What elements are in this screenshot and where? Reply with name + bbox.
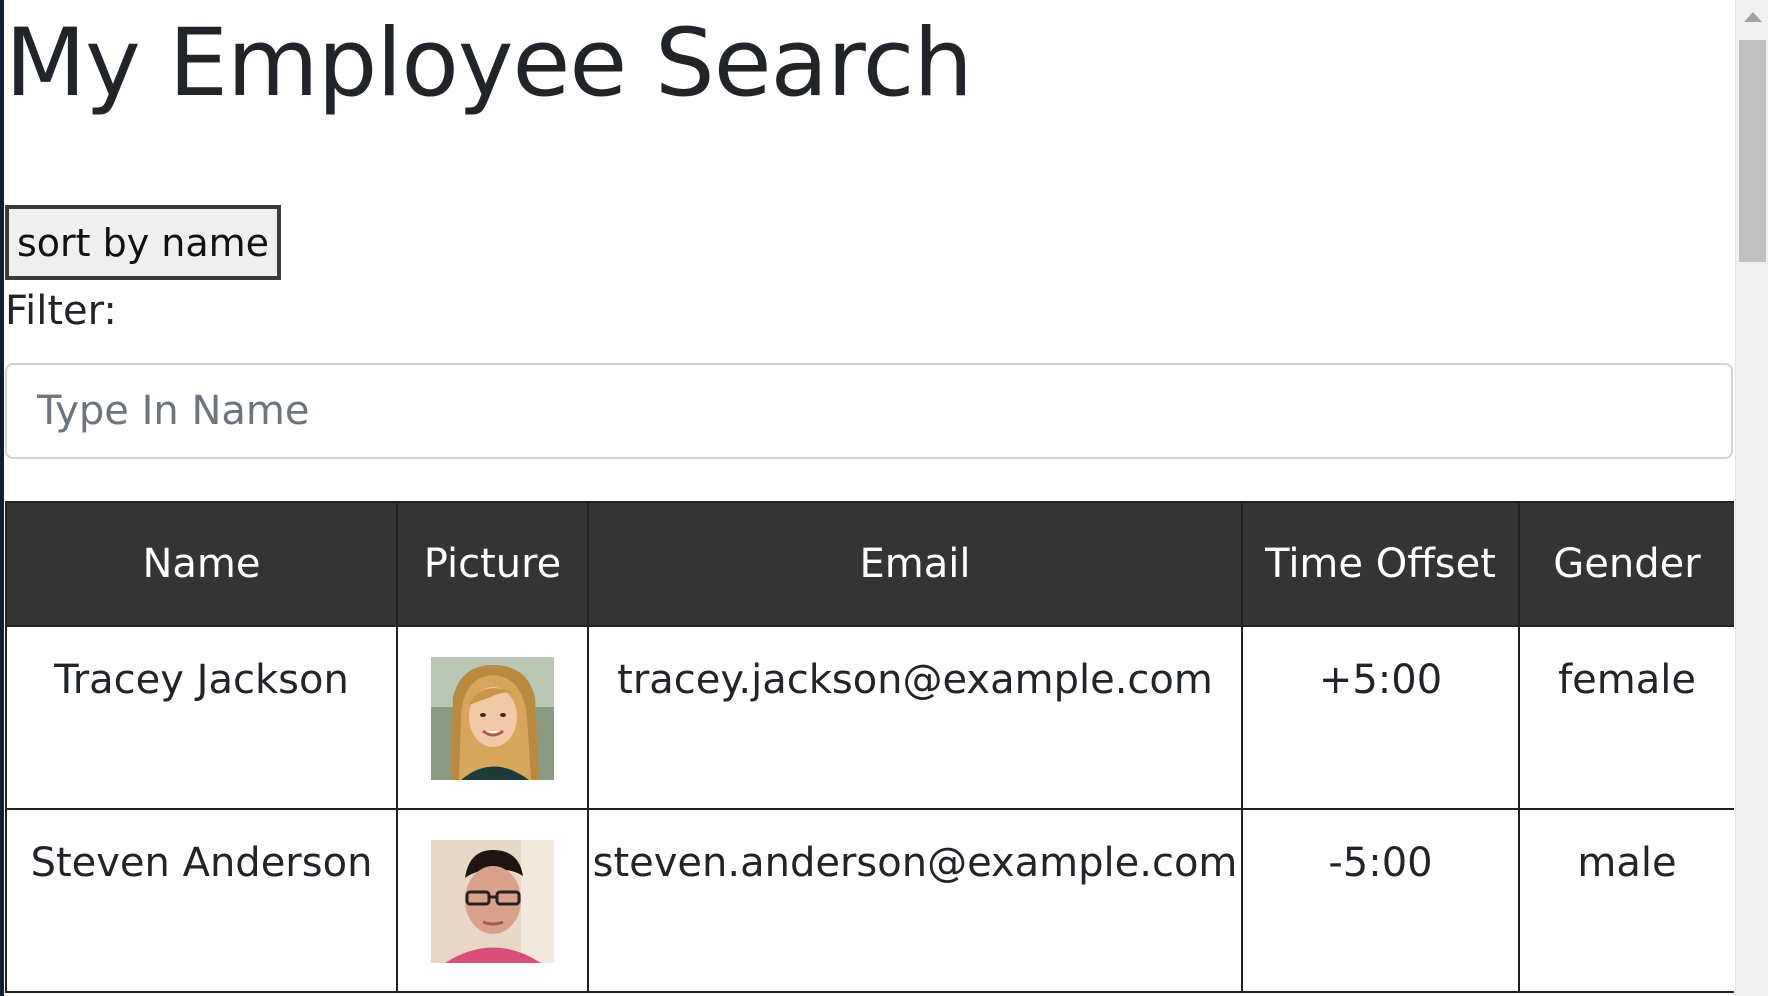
cell-time-offset: -5:00 [1241, 808, 1520, 993]
column-header-time-offset: Time Offset [1241, 501, 1520, 627]
cell-time-offset: +5:00 [1241, 625, 1520, 810]
cell-name: Steven Anderson [5, 808, 398, 993]
page-title: My Employee Search [5, 9, 973, 118]
scroll-up-arrow-icon[interactable] [1744, 12, 1762, 22]
employee-table-container: Name Picture Email Time Offset Gender Tr… [5, 501, 1734, 996]
filter-label: Filter: [5, 288, 117, 334]
cell-picture [396, 625, 589, 810]
window-edge [0, 0, 4, 996]
cell-name: Tracey Jackson [5, 625, 398, 810]
employee-table: Name Picture Email Time Offset Gender Tr… [5, 501, 1734, 993]
cell-gender: female [1518, 625, 1734, 810]
column-header-name[interactable]: Name [5, 501, 398, 627]
header-row: Name Picture Email Time Offset Gender [5, 501, 1734, 627]
table-row: Tracey Jackson tracey.jackson@example.co… [5, 625, 1734, 810]
scrollbar-thumb[interactable] [1739, 40, 1766, 262]
name-filter-input[interactable] [5, 363, 1733, 459]
cell-email: steven.anderson@example.com [587, 808, 1243, 993]
column-header-gender: Gender [1518, 501, 1734, 627]
column-header-picture: Picture [396, 501, 589, 627]
vertical-scrollbar[interactable] [1735, 0, 1768, 996]
table-body: Tracey Jackson tracey.jackson@example.co… [5, 625, 1734, 993]
avatar [431, 657, 554, 780]
table-row: Steven Anderson steven.anderson@example.… [5, 808, 1734, 993]
cell-picture [396, 808, 589, 993]
table-header: Name Picture Email Time Offset Gender [5, 501, 1734, 627]
cell-email: tracey.jackson@example.com [587, 625, 1243, 810]
column-header-email: Email [587, 501, 1243, 627]
sort-by-name-button[interactable]: sort by name [5, 205, 281, 280]
avatar [431, 840, 554, 963]
cell-gender: male [1518, 808, 1734, 993]
browser-viewport: My Employee Search sort by name Filter: … [0, 0, 1768, 996]
